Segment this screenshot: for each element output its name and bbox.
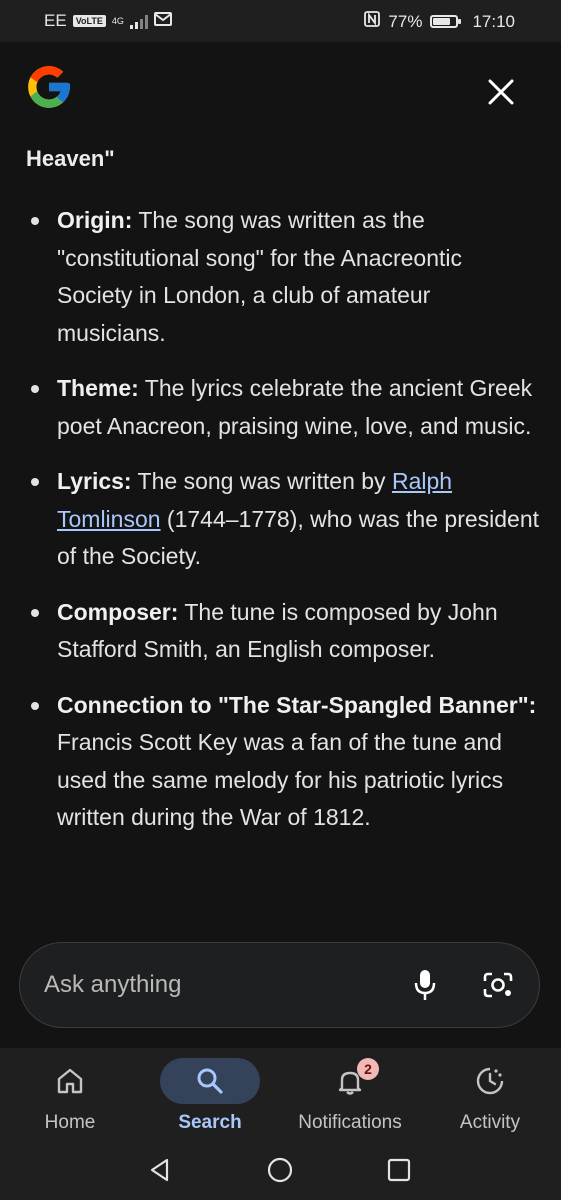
voice-search-button[interactable] [405,965,445,1005]
main-panel: Heaven" Origin: The song was written as … [0,42,561,1048]
volte-badge: VoLTE [72,15,106,27]
google-logo-icon [24,62,74,112]
nav-search[interactable]: Search [140,1048,280,1140]
status-right: 77% 17:10 [364,11,515,32]
list-item: Composer: The tune is composed by John S… [26,594,541,669]
bullet-text: Francis Scott Key was a fan of the tune … [57,729,504,830]
nav-search-icon-wrap [160,1058,260,1104]
nfc-icon [364,11,381,32]
signal-icon [129,13,148,29]
list-item: Theme: The lyrics celebrate the ancient … [26,370,541,445]
status-bar: EE VoLTE 4G 77% 17:10 [0,0,561,42]
bullet-term: Theme: [57,375,139,401]
search-icon [197,1068,223,1094]
nav-activity[interactable]: Activity [420,1048,560,1140]
notification-count-badge: 2 [357,1058,379,1080]
bottom-navigation: Home Search 2 Notifications Activity [0,1048,561,1140]
nav-home[interactable]: Home [0,1048,140,1140]
bullet-term: Origin: [57,207,133,233]
mic-icon [414,970,436,1000]
status-left: EE VoLTE 4G [44,11,172,31]
system-navigation-bar [0,1140,561,1200]
nav-home-icon-wrap [20,1058,120,1104]
nav-home-label: Home [44,1112,96,1133]
home-icon [57,1068,83,1094]
back-triangle-icon [150,1158,169,1182]
clock: 17:10 [472,11,515,31]
list-item: Origin: The song was written as the "con… [26,202,541,352]
activity-icon [476,1067,504,1095]
bullet-text: The song was written by [131,468,392,494]
lens-camera-icon [483,972,513,998]
battery-icon [430,15,462,28]
bullet-term: Composer: [57,598,179,625]
nav-search-label: Search [178,1112,242,1133]
recents-button[interactable] [379,1152,419,1188]
close-icon [488,79,514,105]
close-button[interactable] [478,69,524,115]
bullet-term: Connection to "The Star-Spangled Banner"… [57,691,537,718]
bullet-term: Lyrics: [57,468,132,494]
mail-icon [153,11,172,31]
battery-percent: 77% [388,11,423,31]
answer-bullet-list: Origin: The song was written as the "con… [26,202,541,855]
nav-notifications[interactable]: 2 Notifications [280,1048,420,1140]
nav-notifications-icon-wrap [300,1058,400,1104]
nav-activity-label: Activity [459,1112,521,1133]
nav-notifications-label: Notifications [298,1112,402,1133]
section-heading: Heaven" [26,146,115,171]
home-circle-icon [267,1157,293,1183]
list-item: Connection to "The Star-Spangled Banner"… [26,687,541,837]
lens-button[interactable] [476,965,520,1005]
recents-square-icon [387,1158,411,1182]
nav-activity-icon-wrap [440,1058,540,1104]
ask-placeholder: Ask anything [44,971,182,998]
network-label: 4G [111,15,124,26]
ask-input[interactable]: Ask anything [19,942,540,1028]
list-item: Lyrics: The song was written by Ralph To… [26,463,541,576]
carrier-label: EE [44,11,67,30]
home-system-button[interactable] [260,1152,300,1188]
back-button[interactable] [140,1152,180,1188]
